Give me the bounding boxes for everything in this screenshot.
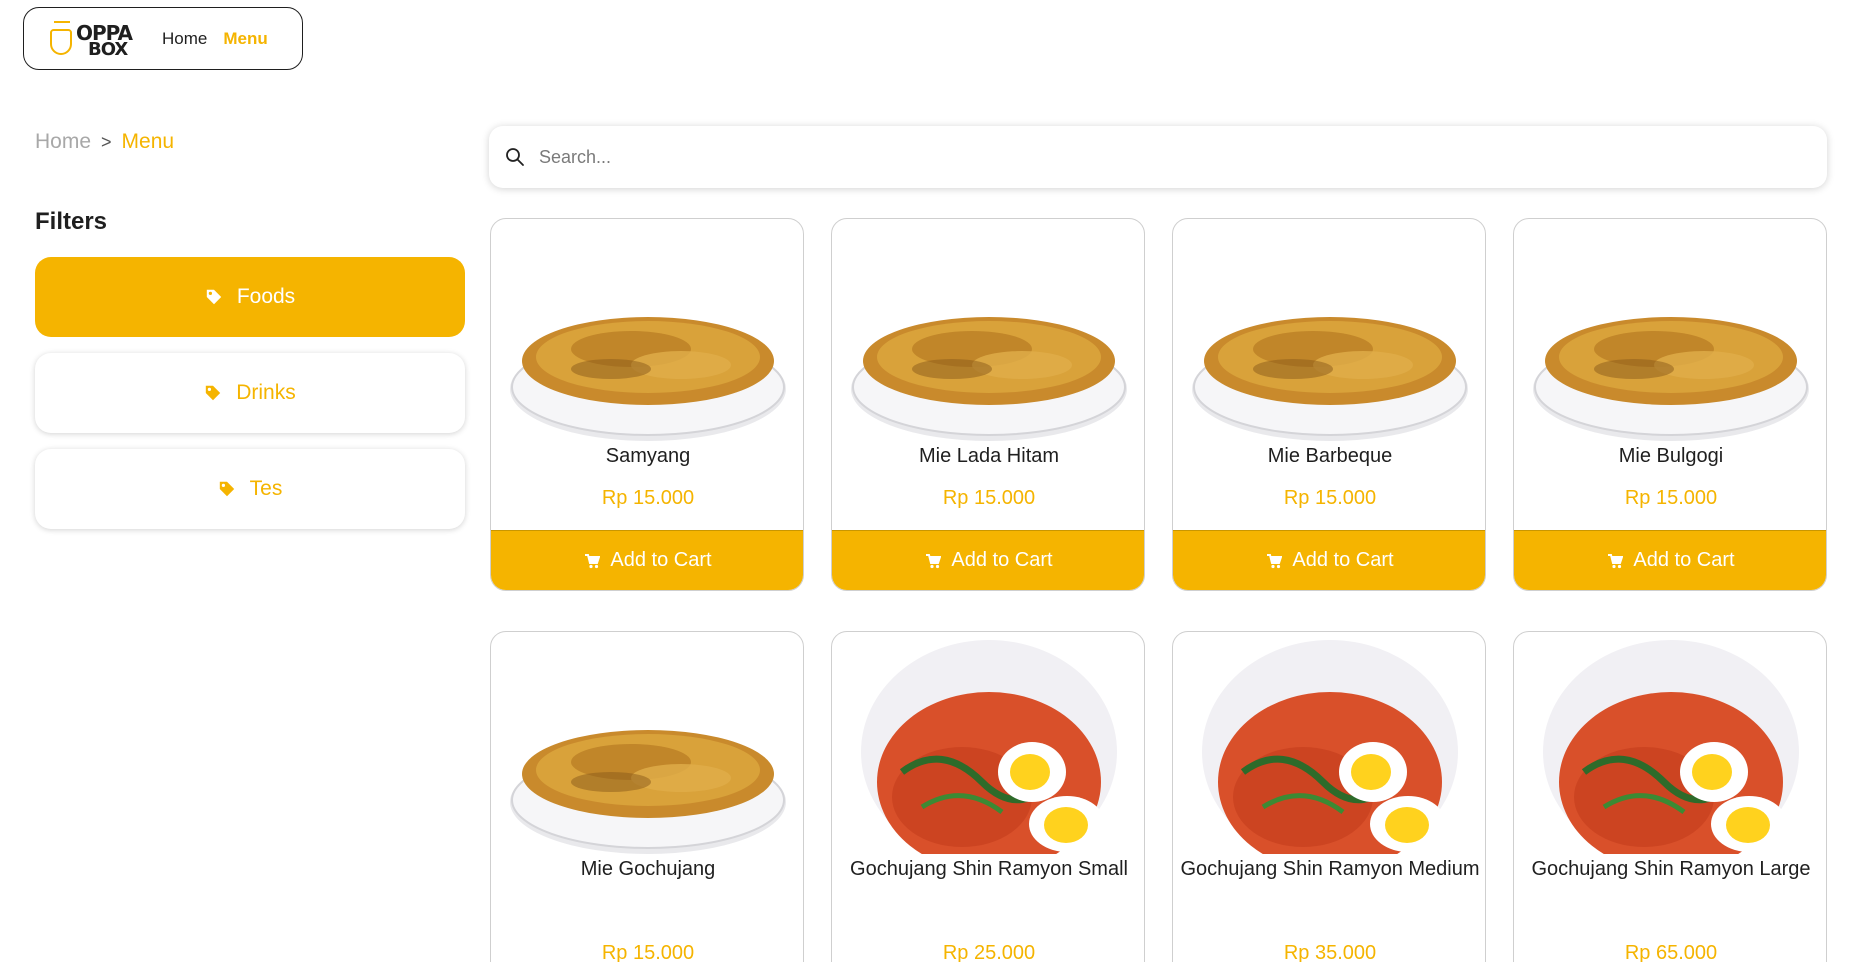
add-to-cart-button[interactable]: Add to Cart — [1514, 530, 1826, 590]
navbar: OPPA BOX Home Menu — [23, 7, 303, 70]
search-icon — [506, 148, 524, 166]
product-card[interactable]: Gochujang Shin Ramyon Medium Rp 35.000 — [1172, 631, 1486, 962]
search-bar — [489, 126, 1827, 188]
nav-menu-link[interactable]: Menu — [223, 29, 267, 49]
product-name: Mie Lada Hitam — [918, 445, 1060, 467]
filter-label: Tes — [249, 477, 283, 500]
fried-noodle-bowl-image — [1192, 317, 1468, 441]
filter-foods-button[interactable]: Foods — [35, 257, 465, 337]
cart-icon — [585, 553, 601, 568]
product-card[interactable]: Gochujang Shin Ramyon Small Rp 25.000 — [831, 631, 1145, 962]
product-price: Rp 15.000 — [942, 487, 1036, 509]
product-name: Gochujang Shin Ramyon Small — [850, 858, 1128, 880]
tag-icon — [206, 385, 221, 401]
breadcrumb: Home > Menu — [35, 130, 174, 154]
add-to-cart-label: Add to Cart — [610, 549, 712, 571]
filter-label: Drinks — [236, 381, 296, 404]
fried-noodle-bowl-image — [851, 317, 1127, 441]
product-price: Rp 15.000 — [601, 942, 695, 962]
product-price: Rp 15.000 — [601, 487, 695, 509]
product-name: Mie Barbeque — [1267, 445, 1393, 467]
product-price: Rp 25.000 — [942, 942, 1036, 962]
ramen-egg-bowl-image — [861, 640, 1117, 854]
nav-links: Home Menu — [162, 29, 268, 49]
logo-text-line2: BOX — [88, 38, 128, 60]
product-card[interactable]: Mie Bulgogi Rp 15.000 Add to Cart — [1513, 218, 1827, 591]
ramen-egg-bowl-image — [1543, 640, 1799, 854]
product-card[interactable]: Mie Lada Hitam Rp 15.000 Add to Cart — [831, 218, 1145, 591]
tag-icon — [219, 481, 234, 497]
add-to-cart-button[interactable]: Add to Cart — [1173, 530, 1485, 590]
brand-logo[interactable]: OPPA BOX — [46, 19, 138, 60]
product-price: Rp 15.000 — [1624, 487, 1718, 509]
breadcrumb-separator-icon: > — [101, 131, 112, 152]
cart-icon — [1267, 553, 1283, 568]
product-name: Gochujang Shin Ramyon Large — [1531, 858, 1811, 880]
product-price: Rp 35.000 — [1283, 942, 1377, 962]
fried-noodle-bowl-image — [1533, 317, 1809, 441]
cup-icon — [50, 28, 72, 55]
nav-home-link[interactable]: Home — [162, 29, 207, 49]
product-card[interactable]: Mie Barbeque Rp 15.000 Add to Cart — [1172, 218, 1486, 591]
breadcrumb-home[interactable]: Home — [35, 130, 91, 154]
product-card[interactable]: Mie Gochujang Rp 15.000 — [490, 631, 804, 962]
chopsticks-icon — [54, 20, 70, 24]
add-to-cart-button[interactable]: Add to Cart — [832, 530, 1144, 590]
filter-tes-button[interactable]: Tes — [35, 449, 465, 529]
product-name: Gochujang Shin Ramyon Medium — [1180, 858, 1480, 880]
cart-icon — [1608, 553, 1624, 568]
product-price: Rp 65.000 — [1624, 942, 1718, 962]
product-name: Samyang — [605, 445, 691, 467]
fried-noodle-bowl-image — [510, 730, 786, 854]
search-input[interactable] — [539, 146, 1789, 168]
add-to-cart-button[interactable]: Add to Cart — [491, 530, 803, 590]
product-price: Rp 15.000 — [1283, 487, 1377, 509]
fried-noodle-bowl-image — [510, 317, 786, 441]
filter-drinks-button[interactable]: Drinks — [35, 353, 465, 433]
product-grid: Samyang Rp 15.000 Add to Cart Mie Lada Hita… — [490, 218, 1827, 962]
product-name: Mie Gochujang — [580, 858, 716, 880]
filter-label: Foods — [236, 285, 296, 308]
tag-icon — [206, 289, 222, 305]
breadcrumb-current: Menu — [121, 130, 175, 153]
product-card[interactable]: Gochujang Shin Ramyon Large Rp 65.000 — [1513, 631, 1827, 962]
add-to-cart-label: Add to Cart — [951, 549, 1053, 571]
product-card[interactable]: Samyang Rp 15.000 Add to Cart — [490, 218, 804, 591]
product-name: Mie Bulgogi — [1618, 445, 1724, 467]
filters-title: Filters — [35, 208, 108, 235]
cart-icon — [926, 553, 942, 568]
add-to-cart-label: Add to Cart — [1292, 549, 1394, 571]
ramen-egg-bowl-image — [1202, 640, 1458, 854]
add-to-cart-label: Add to Cart — [1633, 549, 1735, 571]
